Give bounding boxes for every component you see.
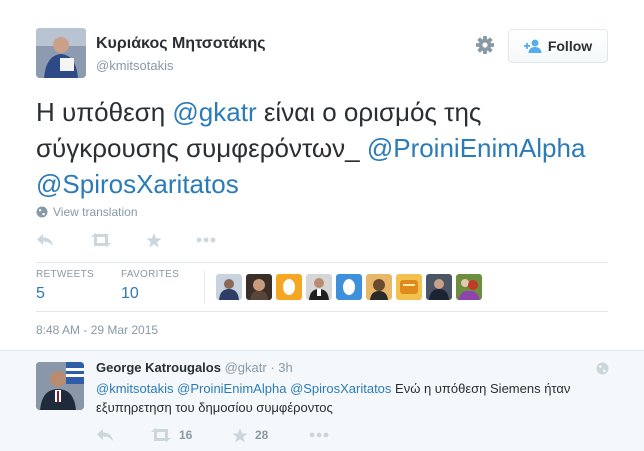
favoriter-avatar[interactable] xyxy=(336,274,362,300)
reply-button[interactable] xyxy=(36,229,54,251)
reply-time-separator: · xyxy=(270,360,275,375)
main-tweet: Κυριάκος Μητσοτάκης @kmitsotakis Follow … xyxy=(0,0,644,350)
retweet-icon xyxy=(151,428,171,442)
globe-icon xyxy=(36,206,48,218)
retweet-icon xyxy=(91,233,111,247)
star-icon xyxy=(146,232,162,247)
favorites-stat[interactable]: FAVORITES 10 xyxy=(121,269,179,303)
mention-link[interactable]: @ProiniEnimAlpha xyxy=(177,381,286,396)
view-translation-label: View translation xyxy=(53,205,138,219)
retweets-stat[interactable]: RETWEETS 5 xyxy=(36,269,94,303)
reply-favorite-count: 28 xyxy=(255,428,269,442)
reply-timestamp[interactable]: 3h xyxy=(278,360,292,375)
globe-icon xyxy=(596,362,609,375)
reply-avatar-image xyxy=(36,362,84,410)
reply-author-avatar[interactable] xyxy=(36,362,84,410)
more-button[interactable] xyxy=(196,229,216,251)
reply-favorite-button[interactable]: 28 xyxy=(232,426,268,444)
more-icon xyxy=(309,432,329,438)
favorites-label: FAVORITES xyxy=(121,269,180,280)
favoriter-avatar[interactable] xyxy=(426,274,452,300)
gear-icon[interactable] xyxy=(474,34,496,56)
reply-text: @kmitsotakis @ProiniEnimAlpha @SpirosXar… xyxy=(96,379,601,417)
favoriter-avatar[interactable] xyxy=(456,274,482,300)
reply-retweet-count: 16 xyxy=(179,428,193,442)
add-user-icon xyxy=(523,39,542,53)
author-fullname[interactable]: Κυριάκος Μητσοτάκης xyxy=(96,35,266,53)
retweets-count: 5 xyxy=(36,285,45,302)
author-avatar-image xyxy=(36,28,86,78)
favoriter-avatar[interactable] xyxy=(246,274,272,300)
reply-icon xyxy=(97,429,113,441)
stats-divider xyxy=(204,271,205,303)
tweet-stats: RETWEETS 5 FAVORITES 10 xyxy=(36,262,608,312)
reply-icon xyxy=(37,234,53,246)
follow-button[interactable]: Follow xyxy=(508,29,608,63)
mention-link[interactable]: @SpirosXaritatos xyxy=(290,381,391,396)
author-username[interactable]: @kmitsotakis xyxy=(96,58,174,73)
follow-button-label: Follow xyxy=(547,38,593,54)
reply-more-button[interactable] xyxy=(309,426,329,444)
reply-retweet-button[interactable]: 16 xyxy=(150,426,192,444)
mention-link[interactable]: @kmitsotakis xyxy=(96,381,174,396)
mention-link[interactable]: @SpirosXaritatos xyxy=(36,169,239,199)
reply-header: George Katrougalos @gkatr · 3h xyxy=(96,360,293,375)
more-icon xyxy=(196,237,216,243)
favoriter-avatar[interactable] xyxy=(276,274,302,300)
retweets-label: RETWEETS xyxy=(36,269,94,280)
favoriter-avatar[interactable] xyxy=(306,274,332,300)
mention-link[interactable]: @gkatr xyxy=(172,97,256,127)
mention-link[interactable]: @ProiniEnimAlpha xyxy=(367,133,586,163)
retweet-button[interactable] xyxy=(90,229,112,251)
reply-tweet: George Katrougalos @gkatr · 3h @kmitsota… xyxy=(0,350,644,451)
reply-reply-button[interactable] xyxy=(96,426,114,444)
view-translation-link[interactable]: View translation xyxy=(36,205,138,219)
favoriter-avatar[interactable] xyxy=(396,274,422,300)
star-icon xyxy=(232,427,248,442)
favoriter-avatar[interactable] xyxy=(216,274,242,300)
reply-author-username[interactable]: @gkatr xyxy=(225,360,267,375)
reply-author-fullname[interactable]: George Katrougalos xyxy=(96,360,221,375)
tweet-timestamp[interactable]: 8:48 AM - 29 Mar 2015 xyxy=(36,323,158,337)
favorite-button[interactable] xyxy=(146,229,162,251)
favoriter-avatar[interactable] xyxy=(366,274,392,300)
tweet-text-part: Η υπόθεση xyxy=(36,97,173,127)
favorites-count: 10 xyxy=(121,285,139,302)
author-avatar[interactable] xyxy=(36,28,86,78)
tweet-text: Η υπόθεση @gkatr είναι ο ορισμός της σύγ… xyxy=(36,94,596,202)
